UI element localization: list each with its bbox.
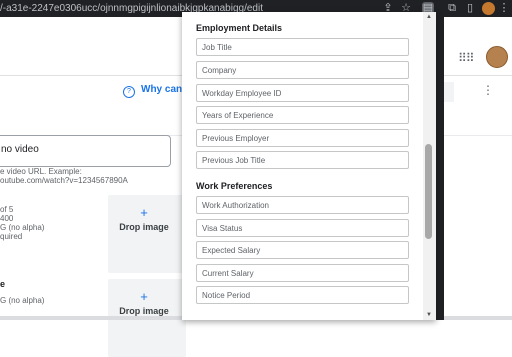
company-field[interactable] [196,61,409,79]
drop-image-label: Drop image [119,222,169,232]
notice-period-field[interactable] [196,286,409,304]
employment-details-title: Employment Details [196,23,283,33]
workday-employee-id-field[interactable] [196,84,409,102]
video-helper-line-2: outube.com/watch?v=1234567890A [0,176,128,185]
years-of-experience-field[interactable] [196,106,409,124]
work-authorization-field[interactable] [196,196,409,214]
job-title-field[interactable] [196,38,409,56]
video-url-value: no video [1,144,39,155]
scroll-down-arrow-icon[interactable]: ▼ [424,311,434,319]
previous-employer-field[interactable] [196,129,409,147]
plus-icon: + [140,205,148,220]
video-url-input[interactable]: no video [0,135,171,167]
apps-grid-icon[interactable]: ⠿⠿ [458,51,475,65]
plus-icon: + [140,289,148,304]
account-avatar[interactable] [486,46,508,68]
drop-image-label: Drop image [119,306,169,316]
image-helper-line-3: G (no alpha) [0,223,45,232]
puzzle-icon[interactable]: ⧉ [446,2,458,14]
image-helper-line-2: 400 [0,214,14,223]
menu-kebab-icon[interactable]: ⋮ [498,2,510,14]
second-section-title: e [0,279,6,289]
expected-salary-field[interactable] [196,241,409,259]
work-preferences-title: Work Preferences [196,181,273,191]
sidepanel-icon[interactable]: ▯ [464,2,476,14]
image-helper-line-1: of 5 [0,205,14,214]
video-helper-line-1: e video URL. Example: [0,167,82,176]
more-options-icon[interactable]: ⋮ [482,83,494,97]
help-link[interactable]: Why can [141,84,182,95]
help-icon[interactable]: ? [123,86,135,98]
popup-scrollbar-thumb[interactable] [425,144,432,239]
drop-image-zone-1[interactable]: + Drop image [108,195,186,273]
extension-popup: Employment Details Work Preferences ▲ ▼ [182,12,436,320]
profile-avatar-icon[interactable] [482,2,495,15]
image-helper-line-4: quired [0,232,23,241]
page-edge-shadow [436,17,444,320]
current-salary-field[interactable] [196,264,409,282]
scroll-up-arrow-icon[interactable]: ▲ [424,13,434,21]
previous-job-title-field[interactable] [196,151,409,169]
second-helper: G (no alpha) [0,296,45,305]
visa-status-field[interactable] [196,219,409,237]
